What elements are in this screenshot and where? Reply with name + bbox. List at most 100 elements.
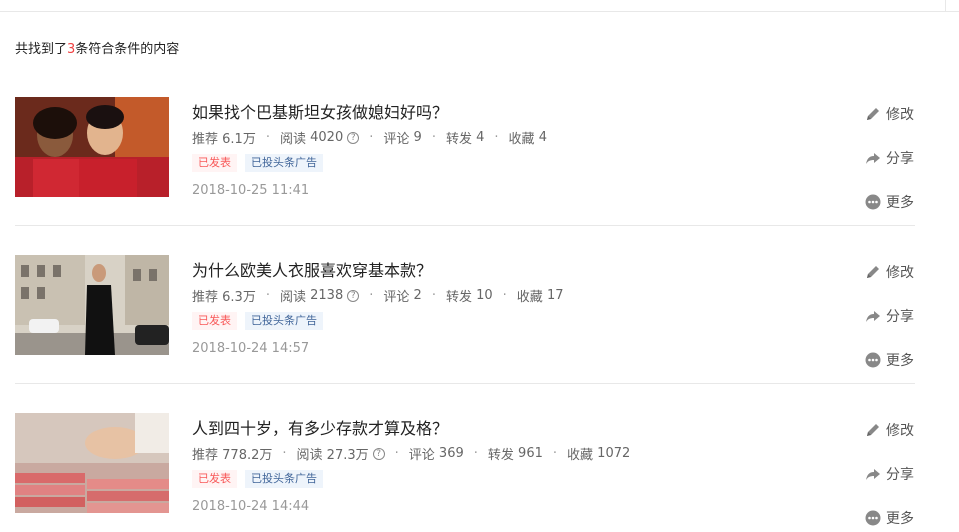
article-item: 如果找个巴基斯坦女孩做媳妇好吗？ 推荐 6.1万 · 阅读 4020? · 评论… xyxy=(15,68,915,226)
collect-label: 收藏 xyxy=(567,448,594,463)
top-divider xyxy=(0,0,959,12)
published-badge: 已发表 xyxy=(192,312,237,330)
result-summary: 共找到了3条符合条件的内容 xyxy=(15,38,179,57)
read-label: 阅读 xyxy=(279,290,306,305)
pencil-icon xyxy=(867,266,879,278)
share-arrow-icon xyxy=(866,311,880,322)
ad-badge: 已投头条广告 xyxy=(245,154,323,172)
forward-count: 4 xyxy=(476,130,485,145)
recommend-count: 6.1万 xyxy=(222,132,256,147)
separator-dot: · xyxy=(431,130,436,145)
share-label: 分享 xyxy=(886,467,914,483)
question-circle-icon[interactable]: ? xyxy=(347,289,360,302)
separator-dot: · xyxy=(473,446,478,461)
more-button[interactable]: 更多 xyxy=(865,496,925,532)
article-actions: 修改 分享 更多 xyxy=(865,408,925,532)
recommend-label: 推荐 xyxy=(192,132,219,147)
article-tags: 已发表 已投头条广告 xyxy=(192,154,323,172)
question-circle-icon[interactable]: ? xyxy=(372,447,385,460)
collect-label: 收藏 xyxy=(516,290,543,305)
comment-count: 9 xyxy=(413,130,422,145)
separator-dot: · xyxy=(394,446,399,461)
recommend-count: 6.3万 xyxy=(222,290,256,305)
share-arrow-icon xyxy=(866,153,880,164)
edit-button[interactable]: 修改 xyxy=(865,250,925,294)
publish-time: 2018-10-24 14:57 xyxy=(192,341,310,356)
more-label: 更多 xyxy=(886,195,914,211)
separator-dot: · xyxy=(265,130,270,145)
pencil-icon xyxy=(867,108,879,120)
recommend-label: 推荐 xyxy=(192,290,219,305)
article-thumbnail[interactable] xyxy=(15,413,169,513)
article-stats: 推荐 778.2万 · 阅读 27.3万? · 评论 369 · 转发 961 … xyxy=(192,444,630,463)
question-circle-icon[interactable]: ? xyxy=(347,131,360,144)
thumbnail-image-banknotes xyxy=(15,413,169,513)
share-label: 分享 xyxy=(886,151,914,167)
separator-dot: · xyxy=(265,288,270,303)
edit-button[interactable]: 修改 xyxy=(865,92,925,136)
scrollbar-edge xyxy=(945,0,946,12)
read-count: 4020 xyxy=(310,130,344,145)
comment-count: 369 xyxy=(438,446,464,461)
article-title[interactable]: 为什么欧美人衣服喜欢穿基本款？ xyxy=(192,257,432,281)
more-dots-icon xyxy=(865,352,881,368)
article-stats: 推荐 6.1万 · 阅读 4020? · 评论 9 · 转发 4 · 收藏 4 xyxy=(192,128,547,147)
edit-label: 修改 xyxy=(886,423,914,439)
edit-label: 修改 xyxy=(886,107,914,123)
separator-dot: · xyxy=(494,130,499,145)
edit-button[interactable]: 修改 xyxy=(865,408,925,452)
article-tags: 已发表 已投头条广告 xyxy=(192,470,323,488)
ad-badge: 已投头条广告 xyxy=(245,470,323,488)
separator-dot: · xyxy=(431,288,436,303)
read-label: 阅读 xyxy=(296,448,323,463)
article-title[interactable]: 如果找个巴基斯坦女孩做媳妇好吗？ xyxy=(192,99,448,123)
collect-count: 1072 xyxy=(597,446,631,461)
summary-suffix: 条符合条件的内容 xyxy=(75,42,180,57)
more-label: 更多 xyxy=(886,511,914,527)
publish-time: 2018-10-24 14:44 xyxy=(192,499,310,514)
thumbnail-image-street xyxy=(15,255,169,355)
article-stats: 推荐 6.3万 · 阅读 2138? · 评论 2 · 转发 10 · 收藏 1… xyxy=(192,286,564,305)
read-label: 阅读 xyxy=(279,132,306,147)
share-button[interactable]: 分享 xyxy=(865,136,925,180)
more-button[interactable]: 更多 xyxy=(865,338,925,382)
forward-count: 961 xyxy=(518,446,543,461)
forward-label: 转发 xyxy=(445,132,472,147)
ad-badge: 已投头条广告 xyxy=(245,312,323,330)
publish-time: 2018-10-25 11:41 xyxy=(192,183,310,198)
separator-dot: · xyxy=(369,288,374,303)
separator-dot: · xyxy=(369,130,374,145)
article-thumbnail[interactable] xyxy=(15,97,169,197)
comment-count: 2 xyxy=(413,288,422,303)
share-label: 分享 xyxy=(886,309,914,325)
recommend-label: 推荐 xyxy=(192,448,219,463)
more-dots-icon xyxy=(865,510,881,526)
forward-count: 10 xyxy=(476,288,493,303)
pencil-icon xyxy=(867,424,879,436)
recommend-count: 778.2万 xyxy=(222,448,273,463)
article-title[interactable]: 人到四十岁，有多少存款才算及格？ xyxy=(192,415,448,439)
share-button[interactable]: 分享 xyxy=(865,452,925,496)
comment-label: 评论 xyxy=(383,132,410,147)
comment-label: 评论 xyxy=(383,290,410,305)
article-thumbnail[interactable] xyxy=(15,255,169,355)
published-badge: 已发表 xyxy=(192,470,237,488)
collect-count: 17 xyxy=(546,288,564,303)
article-actions: 修改 分享 更多 xyxy=(865,92,925,224)
separator-dot: · xyxy=(552,446,558,461)
share-button[interactable]: 分享 xyxy=(865,294,925,338)
read-count: 27.3万 xyxy=(326,448,369,463)
published-badge: 已发表 xyxy=(192,154,237,172)
article-tags: 已发表 已投头条广告 xyxy=(192,312,323,330)
thumbnail-image-couple xyxy=(15,97,169,197)
comment-label: 评论 xyxy=(408,448,435,463)
article-item: 人到四十岁，有多少存款才算及格？ 推荐 778.2万 · 阅读 27.3万? ·… xyxy=(15,384,915,532)
article-actions: 修改 分享 更多 xyxy=(865,250,925,382)
collect-label: 收藏 xyxy=(508,132,535,147)
forward-label: 转发 xyxy=(487,448,514,463)
separator-dot: · xyxy=(282,446,287,461)
read-count: 2138 xyxy=(310,288,344,303)
edit-label: 修改 xyxy=(886,265,914,281)
more-button[interactable]: 更多 xyxy=(865,180,925,224)
article-item: 为什么欧美人衣服喜欢穿基本款？ 推荐 6.3万 · 阅读 2138? · 评论 … xyxy=(15,226,915,384)
